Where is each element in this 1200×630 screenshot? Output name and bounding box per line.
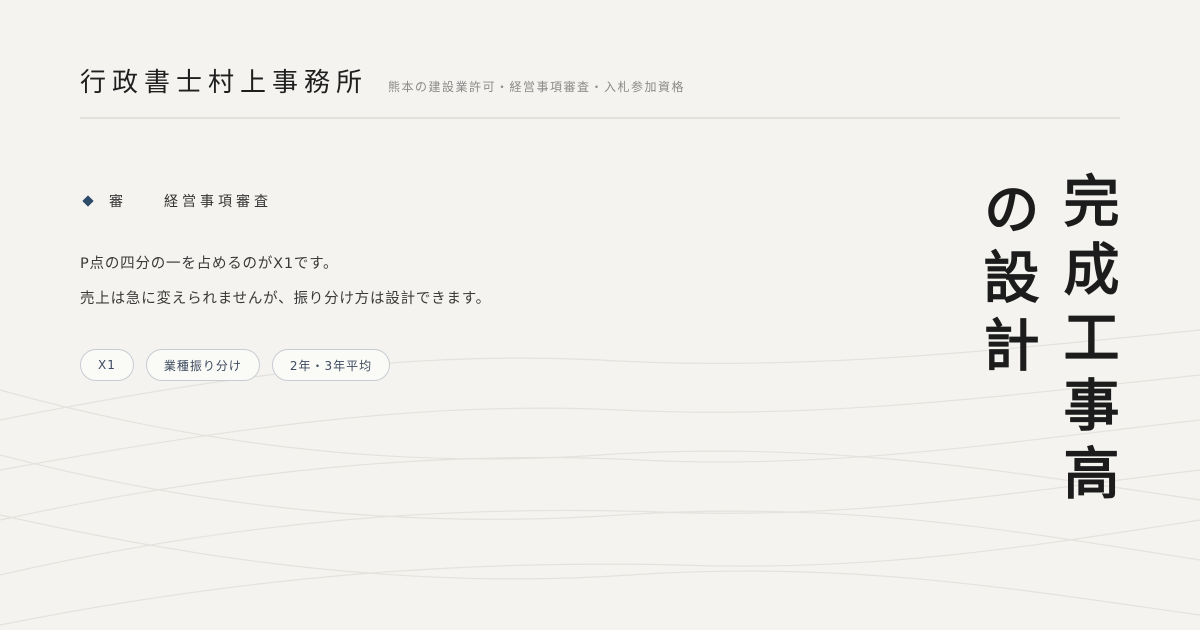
header-divider [80, 117, 1120, 119]
diamond-icon [82, 195, 94, 207]
category-label: 審 経営事項審査 [82, 191, 272, 211]
description-line-2: 売上は急に変えられませんが、振り分け方は設計できます。 [80, 291, 491, 307]
site-header: 行政書士村上事務所 熊本の建設業許可・経営事項審査・入札参加資格 [80, 62, 1120, 102]
category-short: 審 [109, 194, 126, 210]
office-tagline: 熊本の建設業許可・経営事項審査・入札参加資格 [388, 80, 686, 94]
vertical-title: 完成工事高 の設計 [974, 172, 1120, 512]
tag-average-period: 2年・3年平均 [271, 349, 391, 381]
tag-list: X1 業種振り分け 2年・3年平均 [80, 349, 391, 381]
category-name: 経営事項審査 [164, 194, 272, 210]
title-column-1: 完成工事高 [1054, 172, 1120, 512]
tag-industry-allocation: 業種振り分け [145, 349, 260, 381]
description-line-1: P点の四分の一を占めるのがX1です。 [80, 256, 339, 272]
description: P点の四分の一を占めるのがX1です。 売上は急に変えられませんが、振り分け方は設… [80, 247, 491, 317]
title-column-2: の設計 [974, 180, 1040, 384]
tag-x1: X1 [80, 349, 134, 381]
office-name: 行政書士村上事務所 [80, 68, 369, 98]
